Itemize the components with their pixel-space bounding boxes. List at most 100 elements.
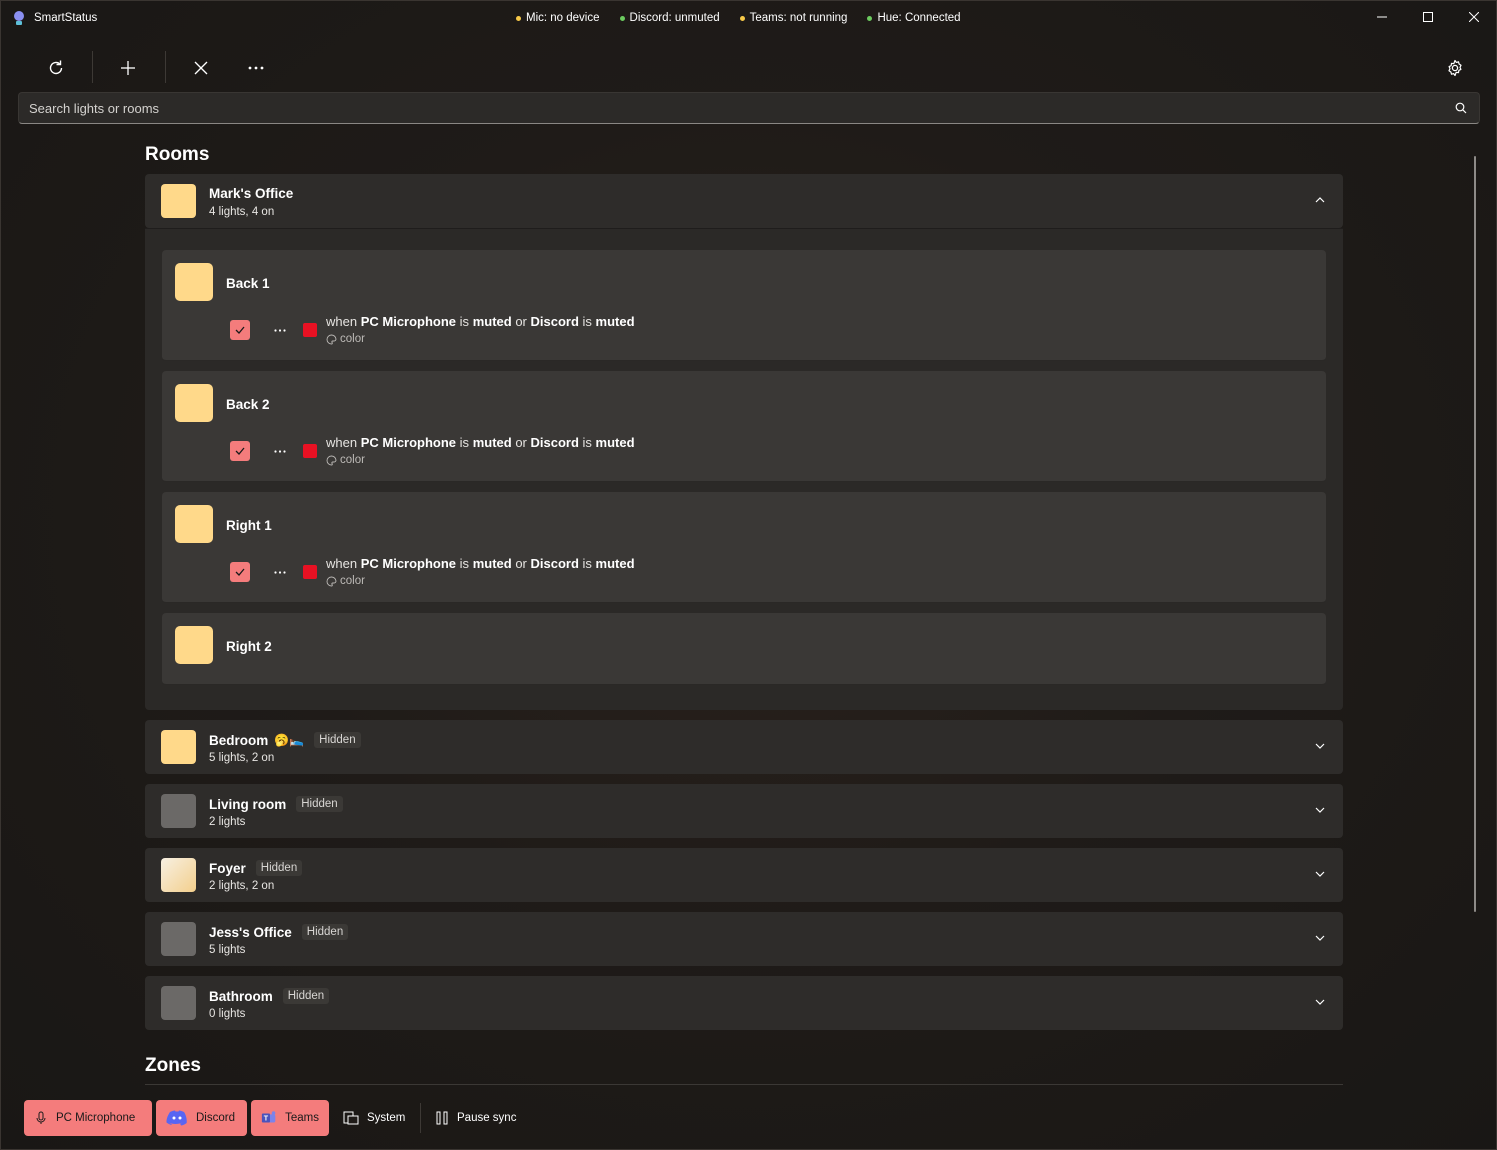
rule-is: is [582,556,592,571]
pc-microphone-button[interactable]: PC Microphone [24,1100,152,1136]
room-color-swatch[interactable] [161,730,196,764]
palette-icon [326,455,337,465]
rule-color-swatch[interactable] [303,323,317,337]
light-name: Right 2 [226,639,272,654]
more-button[interactable] [239,51,273,85]
hidden-badge: Hidden [255,860,303,876]
rule-is: is [459,314,470,329]
room-header-marks-office[interactable]: Mark's Office 4 lights, 4 on [145,174,1343,228]
divider [145,1084,1343,1085]
pause-sync-button[interactable]: Pause sync [425,1100,529,1136]
chevron-down-icon[interactable] [1315,869,1325,879]
light-name: Back 2 [226,397,270,412]
hidden-badge: Hidden [314,732,361,748]
zones-heading: Zones [145,1055,201,1076]
room-name: Mark's Office [209,186,293,201]
rule-state: muted [472,556,512,571]
room-color-swatch[interactable] [161,986,196,1020]
hidden-badge: Hidden [301,924,349,940]
status-mic: Mic: no device [516,12,600,24]
bottom-separator [420,1103,421,1133]
maximize-icon [1423,12,1433,22]
chevron-down-icon[interactable] [1315,741,1325,751]
remove-button[interactable] [184,51,218,85]
svg-text:T: T [264,1115,269,1123]
rule-or: or [515,435,527,450]
chevron-down-icon[interactable] [1315,997,1325,1007]
discord-icon [166,1110,187,1126]
more-icon [274,449,286,453]
room-subtitle: 4 lights, 4 on [209,206,275,218]
room-header-bedroom[interactable]: Bedroom 🥱🛌 Hidden 5 lights, 2 on [145,720,1343,774]
room-subtitle: 2 lights [209,816,246,828]
search-input[interactable]: Search lights or rooms [18,92,1480,124]
light-color-swatch[interactable] [175,626,213,664]
discord-label: Discord [196,1112,235,1124]
pc-microphone-label: PC Microphone [56,1112,136,1124]
room-color-swatch[interactable] [161,794,196,828]
search-icon[interactable] [1455,102,1467,114]
rule-color-swatch[interactable] [303,444,317,458]
rule-description: when PC Microphone is muted or Discord i… [326,556,635,571]
status-label: Mic: no device [526,12,600,24]
room-header-bathroom[interactable]: Bathroom Hidden 0 lights [145,976,1343,1030]
room-color-swatch[interactable] [161,858,196,892]
rule-source: Discord [530,435,579,450]
chevron-down-icon[interactable] [1315,805,1325,815]
discord-button[interactable]: Discord [156,1100,247,1136]
rule-source: Discord [530,314,579,329]
rule-state: muted [595,556,635,571]
rule-state: muted [472,314,512,329]
rule-enabled-checkbox[interactable] [230,441,250,461]
chevron-down-icon[interactable] [1315,933,1325,943]
title-bar: SmartStatus Mic: no device Discord: unmu… [1,1,1496,35]
system-button[interactable]: System [333,1100,417,1136]
hidden-badge: Hidden [282,988,330,1004]
light-color-swatch[interactable] [175,505,213,543]
rule-enabled-checkbox[interactable] [230,562,250,582]
settings-button[interactable] [1438,51,1472,85]
light-color-swatch[interactable] [175,263,213,301]
rule-is: is [459,435,470,450]
rule-description: when PC Microphone is muted or Discord i… [326,314,635,329]
chevron-up-icon[interactable] [1315,195,1325,205]
light-name: Back 1 [226,276,270,291]
rule-source: PC Microphone [360,556,457,571]
close-icon [194,61,208,75]
room-name-text: Foyer [209,860,246,876]
light-color-swatch[interactable] [175,384,213,422]
add-button[interactable] [111,51,145,85]
refresh-button[interactable] [39,51,73,85]
room-color-swatch[interactable] [161,184,196,218]
rule-color-swatch[interactable] [303,565,317,579]
maximize-button[interactable] [1405,1,1451,33]
room-name-text: Living room [209,796,287,812]
checkmark-icon [235,447,245,455]
rule-enabled-checkbox[interactable] [230,320,250,340]
system-icon [343,1111,359,1125]
app-window: SmartStatus Mic: no device Discord: unmu… [0,0,1497,1150]
close-window-button[interactable] [1451,1,1497,33]
plus-icon [121,61,135,75]
palette-icon [326,334,337,344]
status-teams: Teams: not running [739,12,847,24]
room-header-living-room[interactable]: Living room Hidden 2 lights [145,784,1343,838]
palette-icon [326,576,337,586]
rule-state: muted [472,435,512,450]
teams-button[interactable]: T Teams [251,1100,329,1136]
rule-action-label: color [340,575,365,587]
rule-is: is [582,435,592,450]
rule-more-button[interactable] [270,320,290,340]
room-header-foyer[interactable]: Foyer Hidden 2 lights, 2 on [145,848,1343,902]
room-color-swatch[interactable] [161,922,196,956]
minimize-button[interactable] [1359,1,1405,33]
rule-more-button[interactable] [270,441,290,461]
room-name-text: Mark's Office [209,186,294,201]
rule-source: PC Microphone [360,314,457,329]
rule-source: Discord [530,556,579,571]
teams-label: Teams [285,1112,319,1124]
rule-more-button[interactable] [270,562,290,582]
scrollbar[interactable] [1474,156,1476,912]
room-header-jess-office[interactable]: Jess's Office Hidden 5 lights [145,912,1343,966]
rule-action-label: color [340,333,365,345]
